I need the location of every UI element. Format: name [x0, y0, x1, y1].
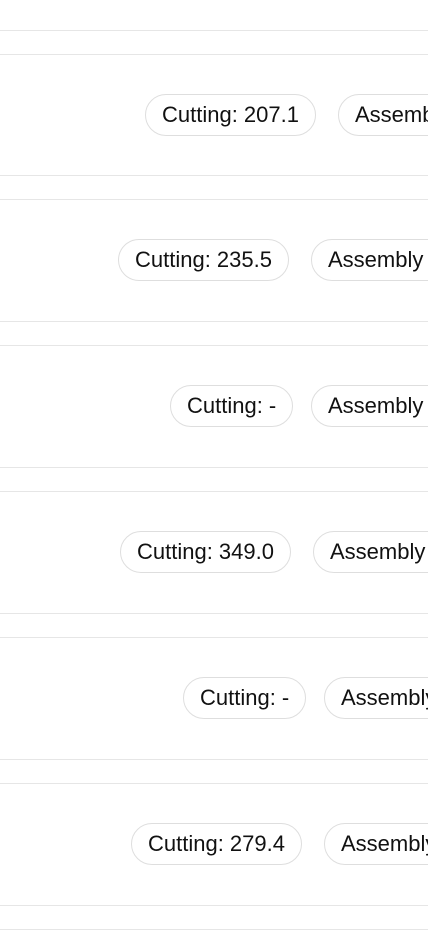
cutting-chip[interactable]: Cutting: 235.5 — [118, 239, 289, 281]
list-item: Cutting: 235.5 Assembly — [0, 200, 428, 320]
assembly-chip[interactable]: Assembly — [324, 823, 428, 865]
assembly-chip[interactable]: Assembly — [338, 94, 428, 136]
cutting-chip[interactable]: Cutting: - — [183, 677, 307, 719]
row-separator — [0, 905, 428, 930]
row-separator — [0, 175, 428, 200]
row-separator — [0, 467, 428, 492]
row-separator — [0, 30, 428, 55]
list-item: Cutting: 207.1 Assembly — [0, 55, 428, 175]
row-separator — [0, 613, 428, 638]
list-item: Cutting: 349.0 Assembly — [0, 492, 428, 612]
list-item: Cutting: - Assembly — [0, 638, 428, 758]
row-separator — [0, 759, 428, 784]
assembly-chip[interactable]: Assembly — [311, 385, 428, 427]
list-item: Cutting: - Assembly — [0, 346, 428, 466]
row-separator — [0, 321, 428, 346]
cutting-chip[interactable]: Cutting: 207.1 — [145, 94, 316, 136]
assembly-chip[interactable]: Assembly — [324, 677, 428, 719]
assembly-chip[interactable]: Assembly — [313, 531, 428, 573]
assembly-chip[interactable]: Assembly — [311, 239, 428, 281]
stage-list-screen: Cutting: 207.1 Assembly Cutting: 235.5 A… — [0, 0, 428, 938]
cutting-chip[interactable]: Cutting: - — [170, 385, 294, 427]
list-item: Cutting: 279.4 Assembly — [0, 784, 428, 904]
cutting-chip[interactable]: Cutting: 279.4 — [131, 823, 302, 865]
cutting-chip[interactable]: Cutting: 349.0 — [120, 531, 291, 573]
